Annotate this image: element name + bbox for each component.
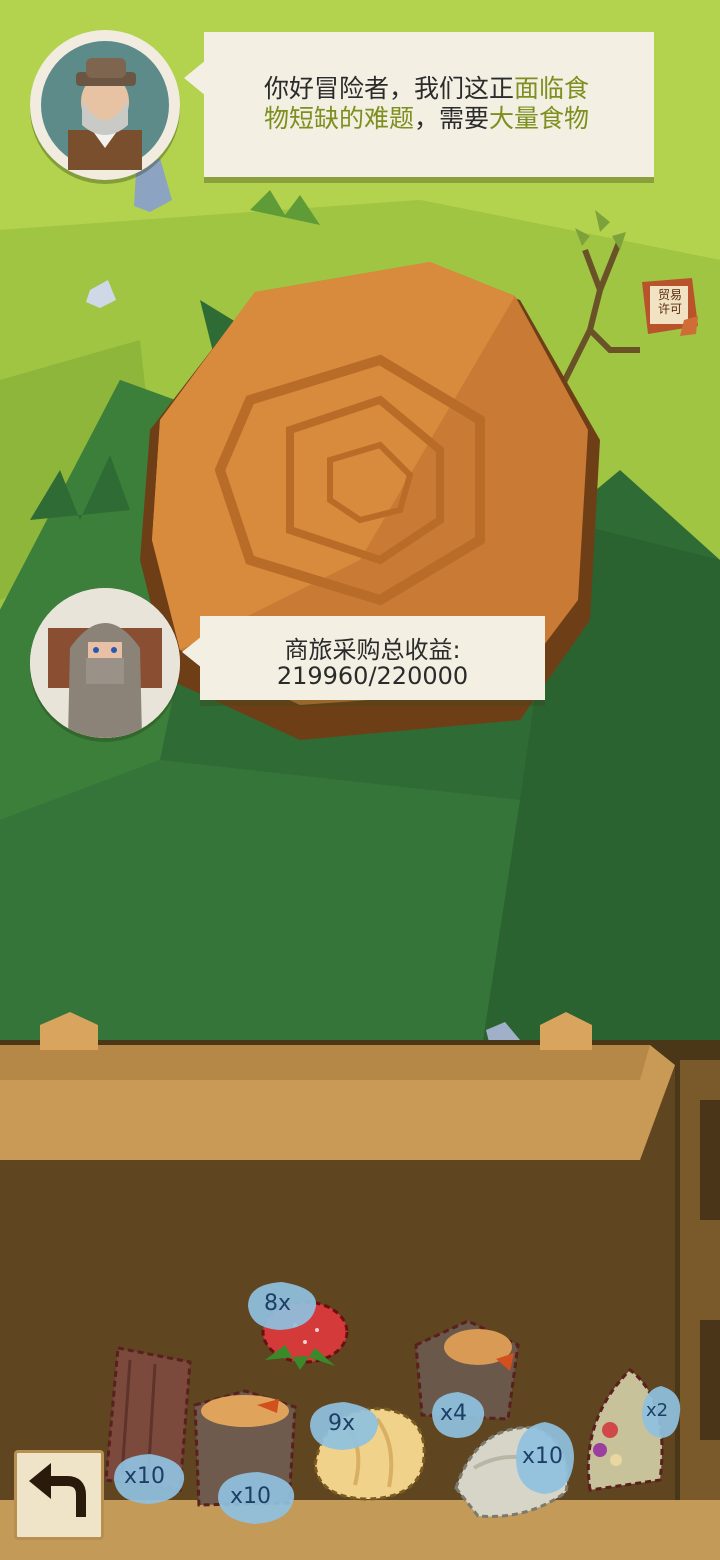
- caravan-progress-text: 219960/220000: [276, 662, 469, 690]
- npc-dialog-tail: [184, 60, 206, 96]
- badge-strawberry: 8x: [244, 1278, 320, 1334]
- npc-dialog-text: 你好冒险者，我们这正面临食 物短缺的难题，需要大量食物: [264, 74, 624, 134]
- badge-label: 8x: [264, 1291, 292, 1316]
- badge-label: x4: [440, 1401, 468, 1426]
- badge-bread: 9x: [306, 1398, 382, 1454]
- badge-label: x10: [522, 1444, 564, 1469]
- dialog-highlight-1: 面临食: [514, 74, 590, 103]
- caravan-dialog-tail: [182, 636, 202, 668]
- hooded-merchant-portrait-icon: [30, 588, 180, 738]
- dialog-plain-1: 你好冒险者，我们这正: [264, 74, 515, 103]
- dialog-highlight-3: 大量食物: [489, 104, 590, 133]
- badge-dumpling: x10: [512, 1418, 578, 1498]
- dialog-plain-2: ，需要: [414, 104, 490, 133]
- npc-dialog-bubble: 你好冒险者，我们这正面临食 物短缺的难题，需要大量食物: [204, 32, 654, 177]
- npc-avatar: [30, 30, 180, 180]
- back-arrow-icon: [29, 1463, 86, 1517]
- badge-label: x2: [646, 1400, 669, 1421]
- trade-permit-button[interactable]: 贸易 许可: [640, 276, 700, 338]
- badge-label: 9x: [328, 1411, 356, 1436]
- caravan-dialog-bubble: 商旅采购总收益: 219960/220000: [200, 616, 545, 700]
- caravan-avatar: [30, 588, 180, 738]
- badge-tree-stump: x10: [214, 1468, 298, 1528]
- badge-wood-plank: x10: [110, 1450, 188, 1508]
- back-button[interactable]: [14, 1450, 104, 1540]
- badge-tree-stump-small: x4: [428, 1388, 488, 1442]
- badge-taco: x2: [638, 1382, 684, 1442]
- old-man-portrait-icon: [41, 41, 169, 170]
- game-background: [0, 0, 720, 1560]
- badge-label: x10: [230, 1484, 272, 1509]
- trade-permit-label: 贸易 许可: [657, 288, 682, 316]
- dialog-highlight-2: 物短缺的难题: [264, 104, 415, 133]
- caravan-dialog-label: 商旅采购总收益:: [284, 636, 461, 664]
- badge-label: x10: [124, 1464, 166, 1489]
